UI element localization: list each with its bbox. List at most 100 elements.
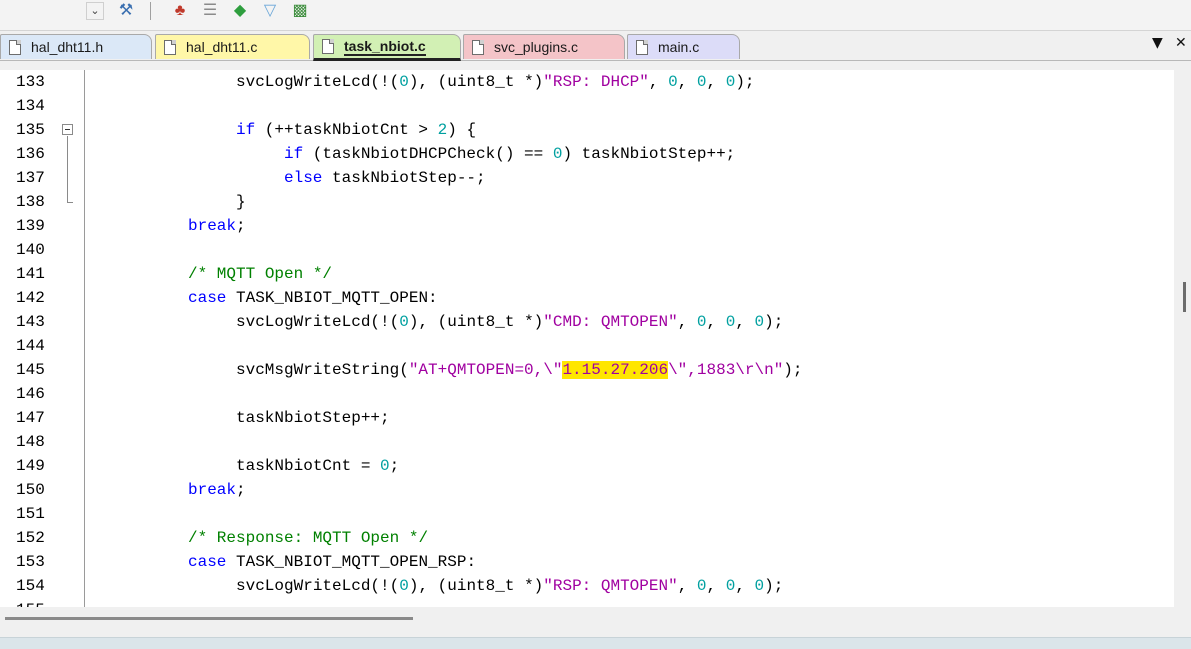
- code-token: svcLogWriteLcd(!(: [236, 73, 400, 91]
- code-line[interactable]: 138}: [0, 190, 1174, 214]
- line-number: 145: [16, 361, 45, 379]
- close-icon[interactable]: ✕: [1175, 35, 1187, 51]
- code-line[interactable]: 139 break;: [0, 214, 1174, 238]
- code-line[interactable]: 141 /* MQTT Open */: [0, 262, 1174, 286]
- code-token: 0: [725, 577, 736, 595]
- code-text: if (taskNbiotDHCPCheck() == 0) taskNbiot…: [284, 142, 735, 166]
- code-token: ,: [706, 313, 726, 331]
- code-line[interactable]: 142 case TASK_NBIOT_MQTT_OPEN:: [0, 286, 1174, 310]
- code-token: );: [764, 577, 784, 595]
- code-token: 0: [754, 577, 765, 595]
- code-line[interactable]: 145 svcMsgWriteString("AT+QMTOPEN=0,\"1.1…: [0, 358, 1174, 382]
- line-number: 142: [16, 289, 45, 307]
- code-line[interactable]: 134: [0, 94, 1174, 118]
- shield-icon[interactable]: ▽: [258, 0, 282, 22]
- tab-task-nbiot-c[interactable]: task_nbiot.c: [313, 34, 461, 61]
- line-number: 155: [16, 598, 56, 607]
- toolbar-separator: [150, 2, 151, 20]
- file-icon: [636, 39, 648, 55]
- code-token: 0: [668, 73, 678, 91]
- code-line[interactable]: 151: [0, 502, 1174, 526]
- code-text: /* MQTT Open */: [188, 262, 332, 286]
- code-token: 0: [725, 313, 736, 331]
- fold-guide: [67, 136, 68, 202]
- tab-main-c[interactable]: main.c: [627, 34, 740, 59]
- code-token: ,: [677, 577, 697, 595]
- line-number: 150: [16, 481, 45, 499]
- line-number: 144: [16, 337, 45, 355]
- code-text: break;: [188, 214, 246, 238]
- code-text: taskNbiotStep++;: [236, 406, 390, 430]
- code-line[interactable]: 155: [0, 598, 1174, 607]
- code-text: if (++taskNbiotCnt > 2) {: [236, 118, 476, 142]
- code-token: case: [188, 553, 227, 571]
- code-token: TASK_NBIOT_MQTT_OPEN_RSP:: [226, 553, 477, 571]
- fold-toggle-icon[interactable]: [62, 124, 73, 135]
- tab-menu-icon[interactable]: ▼: [1152, 35, 1163, 51]
- code-token: ,: [706, 73, 726, 91]
- tools-icon[interactable]: ⚒: [114, 0, 138, 22]
- code-line[interactable]: 149 taskNbiotCnt = 0;: [0, 454, 1174, 478]
- code-token: 0: [399, 313, 409, 331]
- horizontal-scrollbar-thumb[interactable]: [5, 617, 413, 620]
- code-token: break: [188, 217, 237, 235]
- code-token: "AT+QMTOPEN=0,\": [408, 361, 563, 379]
- line-number: 143: [16, 313, 45, 331]
- code-line[interactable]: 135 if (++taskNbiotCnt > 2) {: [0, 118, 1174, 142]
- code-token: );: [783, 361, 803, 379]
- code-line[interactable]: 140: [0, 238, 1174, 262]
- code-token: );: [764, 313, 784, 331]
- tab-hal-dht11-c[interactable]: hal_dht11.c: [155, 34, 310, 59]
- code-text: case TASK_NBIOT_MQTT_OPEN:: [188, 286, 438, 310]
- code-line[interactable]: 144: [0, 334, 1174, 358]
- code-token: taskNbiotStep++;: [236, 409, 390, 427]
- code-token: ), (uint8_t *): [408, 73, 544, 91]
- tab-hal-dht11-h[interactable]: hal_dht11.h: [0, 34, 152, 59]
- code-line[interactable]: 136 if (taskNbiotDHCPCheck() == 0) taskNb…: [0, 142, 1174, 166]
- code-token: 2: [437, 121, 448, 139]
- code-line[interactable]: 143 svcLogWriteLcd(!(0), (uint8_t *)"CMD:…: [0, 310, 1174, 334]
- line-number: 152: [16, 529, 45, 547]
- line-number: 146: [16, 385, 45, 403]
- code-line[interactable]: 133 svcLogWriteLcd(!(0), (uint8_t *)"RSP:…: [0, 70, 1174, 94]
- code-token: 0: [696, 577, 707, 595]
- code-token: ,: [706, 577, 726, 595]
- code-token: "RSP: DHCP": [543, 73, 649, 91]
- line-number: 136: [16, 145, 45, 163]
- line-number: 148: [16, 433, 45, 451]
- code-editor[interactable]: 133 svcLogWriteLcd(!(0), (uint8_t *)"RSP:…: [0, 70, 1174, 607]
- code-line[interactable]: 150 break;: [0, 478, 1174, 502]
- line-number: 154: [16, 577, 45, 595]
- line-number: 135: [16, 121, 45, 139]
- code-line[interactable]: 152 /* Response: MQTT Open */: [0, 526, 1174, 550]
- code-line[interactable]: 154 svcLogWriteLcd(!(0), (uint8_t *)"RSP:…: [0, 574, 1174, 598]
- build-target-icon[interactable]: ♣: [168, 0, 192, 22]
- diamond-icon[interactable]: ◆: [228, 0, 252, 22]
- code-token: taskNbiotCnt =: [236, 457, 381, 475]
- line-number: 140: [16, 241, 45, 259]
- package-icon[interactable]: ▩: [288, 0, 312, 22]
- code-line[interactable]: 153 case TASK_NBIOT_MQTT_OPEN_RSP:: [0, 550, 1174, 574]
- stack-icon[interactable]: ☰: [198, 0, 222, 22]
- code-text: case TASK_NBIOT_MQTT_OPEN_RSP:: [188, 550, 476, 574]
- tab-svc-plugins-c[interactable]: svc_plugins.c: [463, 34, 625, 59]
- code-token: ,: [677, 73, 697, 91]
- code-token: ;: [389, 457, 400, 475]
- code-line[interactable]: 137 else taskNbiotStep--;: [0, 166, 1174, 190]
- code-token: (++taskNbiotCnt >: [255, 121, 438, 139]
- tab-strip: hal_dht11.h hal_dht11.c task_nbiot.c svc_pl…: [0, 31, 1191, 61]
- code-token: ;: [236, 217, 246, 235]
- chevron-down-icon[interactable]: ⌄: [86, 2, 104, 20]
- code-text: taskNbiotCnt = 0;: [236, 454, 399, 478]
- code-text: svcLogWriteLcd(!( 0 ), (uint8_t *)"RSP: DH…: [236, 70, 755, 94]
- code-line[interactable]: 147 taskNbiotStep++;: [0, 406, 1174, 430]
- vertical-scrollbar-thumb[interactable]: [1183, 282, 1186, 312]
- code-token: break: [188, 481, 237, 499]
- code-line[interactable]: 146: [0, 382, 1174, 406]
- code-line[interactable]: 148: [0, 430, 1174, 454]
- line-number: 138: [16, 193, 45, 211]
- code-token: \",1883\r\n": [668, 361, 784, 379]
- code-token: else: [284, 169, 323, 187]
- code-token: }: [236, 193, 246, 211]
- fold-end-marker: [67, 202, 73, 203]
